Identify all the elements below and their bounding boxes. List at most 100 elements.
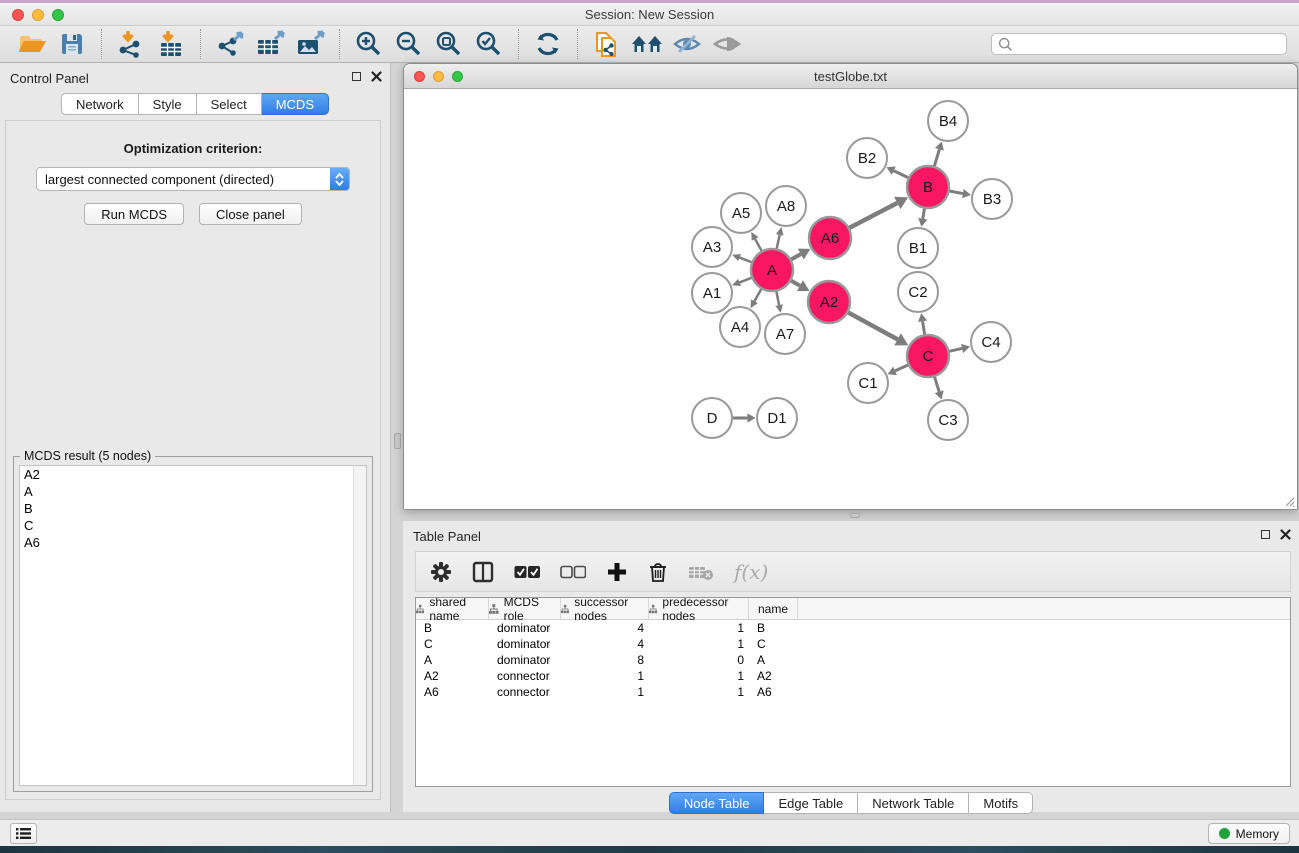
clone-network-icon[interactable] [587,28,627,60]
float-table-panel-icon[interactable] [1261,530,1270,539]
tab-edge-table[interactable]: Edge Table [764,792,858,814]
memory-button[interactable]: Memory [1208,823,1290,844]
add-icon[interactable] [606,561,628,583]
select-all-icon[interactable] [514,565,540,579]
zoom-out-icon[interactable] [389,28,429,60]
zoom-fit-icon[interactable] [429,28,469,60]
mcds-result-item[interactable]: A2 [20,466,366,483]
import-table-icon[interactable] [151,28,191,60]
graph-edge[interactable] [790,254,800,260]
unselect-all-icon[interactable] [560,565,586,579]
run-mcds-button[interactable]: Run MCDS [84,203,184,225]
table-cell[interactable]: 0 [649,652,749,668]
graph-edge[interactable] [790,280,800,285]
table-cell[interactable]: A6 [416,684,489,700]
search-input[interactable] [1013,37,1280,51]
table-cell[interactable]: A [749,652,798,668]
table-row[interactable]: Bdominator41B [416,620,1290,636]
column-header-successor-nodes[interactable]: successor nodes [561,598,649,619]
table-cell[interactable]: connector [489,684,561,700]
save-session-icon[interactable] [52,28,92,60]
graph-edge[interactable] [755,239,762,252]
table-cell[interactable]: A2 [416,668,489,684]
mcds-result-item[interactable]: A6 [20,534,366,551]
graph-edge[interactable] [934,376,939,392]
show-columns-icon[interactable] [472,561,494,583]
horizontal-splitter[interactable] [403,510,1299,520]
tab-select[interactable]: Select [197,93,262,115]
table-cell[interactable]: B [749,620,798,636]
graph-edge[interactable] [849,203,898,228]
zoom-selected-icon[interactable] [469,28,509,60]
horizontal-splitter-handle[interactable] [850,513,860,518]
table-cell[interactable]: A6 [749,684,798,700]
close-table-panel-icon[interactable] [1280,529,1291,540]
task-history-button[interactable] [10,823,37,844]
show-all-icon[interactable] [707,28,747,60]
graph-edge[interactable] [894,171,909,178]
node-table[interactable]: shared nameMCDS rolesuccessor nodesprede… [415,597,1291,787]
graph-edge[interactable] [776,291,779,306]
table-cell[interactable]: 1 [649,668,749,684]
table-cell[interactable]: A2 [749,668,798,684]
table-cell[interactable]: 1 [649,620,749,636]
column-header-MCDS-role[interactable]: MCDS role [489,598,561,619]
column-header-predecessor-nodes[interactable]: predecessor nodes [649,598,749,619]
mcds-result-item[interactable]: C [20,517,366,534]
first-neighbors-icon[interactable] [627,28,667,60]
graph-edge[interactable] [847,312,897,339]
search-field[interactable] [991,33,1287,55]
tab-motifs[interactable]: Motifs [969,792,1033,814]
table-cell[interactable]: 1 [561,668,649,684]
zoom-in-icon[interactable] [349,28,389,60]
table-row[interactable]: A2connector11A2 [416,668,1290,684]
close-panel-button[interactable]: Close panel [199,203,302,225]
node-table-header[interactable]: shared nameMCDS rolesuccessor nodesprede… [416,598,1290,620]
table-cell[interactable]: dominator [489,636,561,652]
export-table-icon[interactable] [250,28,290,60]
column-header-shared-name[interactable]: shared name [416,598,489,619]
graph-edge[interactable] [949,191,963,194]
graph-edge[interactable] [776,235,779,250]
import-network-icon[interactable] [111,28,151,60]
network-window-titlebar[interactable]: testGlobe.txt [404,64,1297,89]
mcds-result-item[interactable]: B [20,500,366,517]
clear-table-icon[interactable] [688,563,714,581]
close-panel-icon[interactable] [371,71,382,82]
table-cell[interactable]: A [416,652,489,668]
mcds-result-list[interactable]: A2ABCA6 [19,465,367,786]
table-cell[interactable]: 4 [561,636,649,652]
table-row[interactable]: Cdominator41C [416,636,1290,652]
tab-style[interactable]: Style [139,93,197,115]
table-row[interactable]: A6connector11A6 [416,684,1290,700]
open-file-icon[interactable] [12,28,52,60]
tab-mcds[interactable]: MCDS [262,93,329,115]
export-image-icon[interactable] [290,28,330,60]
graph-edge[interactable] [923,321,925,335]
network-graph[interactable]: B4B2BB3A8A5A6A3B1AA1C2A2A4A7C4CC1DD1C3 [404,89,1297,509]
tab-node-table[interactable]: Node Table [669,792,765,814]
table-cell[interactable]: 4 [561,620,649,636]
graph-edge[interactable] [895,365,909,371]
table-cell[interactable]: dominator [489,620,561,636]
table-cell[interactable]: C [749,636,798,652]
delete-icon[interactable] [648,561,668,583]
table-settings-icon[interactable] [430,561,452,583]
graph-edge[interactable] [754,288,761,301]
table-cell[interactable]: B [416,620,489,636]
graph-edge[interactable] [740,258,753,263]
tab-network[interactable]: Network [61,93,139,115]
graph-edge[interactable] [740,278,753,283]
table-cell[interactable]: connector [489,668,561,684]
hide-selected-icon[interactable] [667,28,707,60]
table-cell[interactable]: 1 [561,684,649,700]
table-row[interactable]: Adominator80A [416,652,1290,668]
table-cell[interactable]: 1 [649,684,749,700]
graph-edge[interactable] [934,149,939,167]
export-network-icon[interactable] [210,28,250,60]
column-header-name[interactable]: name [749,598,798,619]
graph-edge[interactable] [923,208,925,219]
resize-grip-icon[interactable] [1283,495,1295,507]
mcds-result-item[interactable]: A [20,483,366,500]
tab-network-table[interactable]: Network Table [858,792,969,814]
